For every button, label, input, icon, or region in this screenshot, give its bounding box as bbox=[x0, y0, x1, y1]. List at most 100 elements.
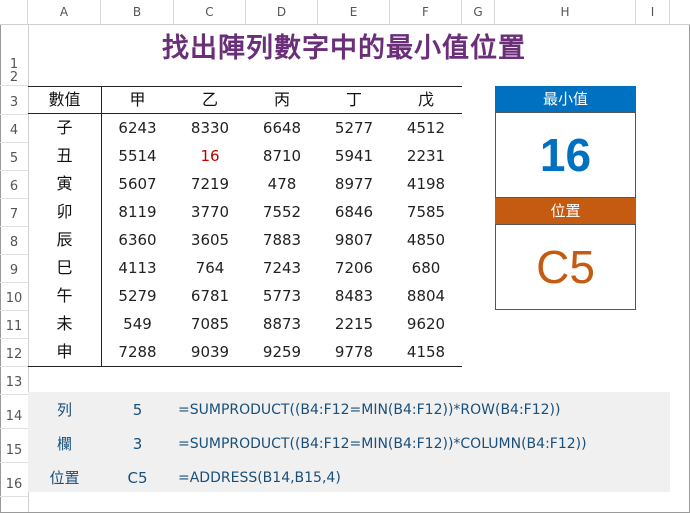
min-value-box[interactable]: 16 bbox=[495, 112, 636, 198]
formula-text[interactable]: =ADDRESS(B14,B15,4) bbox=[178, 464, 668, 492]
formula-result[interactable]: 5 bbox=[101, 396, 174, 424]
table-cell[interactable]: 7085 bbox=[174, 310, 246, 338]
table-cell[interactable]: 7243 bbox=[246, 254, 318, 282]
table-cell[interactable]: 9778 bbox=[318, 338, 390, 366]
formula-text[interactable]: =SUMPRODUCT((B4:F12=MIN(B4:F12))*ROW(B4:… bbox=[178, 396, 668, 424]
column-label-3[interactable]: 丙 bbox=[246, 86, 318, 114]
table-cell[interactable]: 6846 bbox=[318, 198, 390, 226]
row-label-9[interactable]: 申 bbox=[28, 338, 101, 366]
min-value-header[interactable]: 最小值 bbox=[495, 86, 636, 112]
position-box[interactable]: C5 bbox=[495, 224, 636, 310]
formula-label[interactable]: 列 bbox=[28, 396, 101, 424]
table-cell[interactable]: 2231 bbox=[390, 142, 462, 170]
column-label-1[interactable]: 甲 bbox=[101, 86, 174, 114]
row-label-4[interactable]: 卯 bbox=[28, 198, 101, 226]
table-cell[interactable]: 8483 bbox=[318, 282, 390, 310]
table-cell[interactable]: 9259 bbox=[246, 338, 318, 366]
table-corner-label[interactable]: 數值 bbox=[28, 86, 101, 114]
column-label-5[interactable]: 戊 bbox=[390, 86, 462, 114]
column-header-f[interactable]: F bbox=[390, 0, 462, 24]
table-cell[interactable]: 7585 bbox=[390, 198, 462, 226]
table-cell[interactable]: 7219 bbox=[174, 170, 246, 198]
row-label-7[interactable]: 午 bbox=[28, 282, 101, 310]
formula-result[interactable]: C5 bbox=[101, 464, 174, 492]
row-label-5[interactable]: 辰 bbox=[28, 226, 101, 254]
table-cell[interactable]: 6648 bbox=[246, 114, 318, 142]
table-cell[interactable]: 7206 bbox=[318, 254, 390, 282]
table-cell[interactable]: 4158 bbox=[390, 338, 462, 366]
row-label-1[interactable]: 子 bbox=[28, 114, 101, 142]
table-cell[interactable]: 4198 bbox=[390, 170, 462, 198]
table-cell[interactable]: 8119 bbox=[101, 198, 174, 226]
select-all-corner[interactable] bbox=[0, 0, 28, 24]
row-label-6[interactable]: 巳 bbox=[28, 254, 101, 282]
table-cell[interactable]: 9039 bbox=[174, 338, 246, 366]
table-cell[interactable]: 8330 bbox=[174, 114, 246, 142]
sheet-title[interactable]: 找出陣列數字中的最小值位置 bbox=[28, 26, 660, 65]
row-header-11[interactable]: 11 bbox=[0, 311, 28, 339]
table-cell[interactable]: 8977 bbox=[318, 170, 390, 198]
table-cell[interactable]: 6360 bbox=[101, 226, 174, 254]
column-header-e[interactable]: E bbox=[318, 0, 390, 24]
table-cell[interactable]: 5607 bbox=[101, 170, 174, 198]
row-label-3[interactable]: 寅 bbox=[28, 170, 101, 198]
table-cell[interactable]: 6781 bbox=[174, 282, 246, 310]
table-cell[interactable]: 478 bbox=[246, 170, 318, 198]
table-cell[interactable]: 2215 bbox=[318, 310, 390, 338]
row-header-16[interactable]: 16 bbox=[0, 463, 28, 497]
column-label-4[interactable]: 丁 bbox=[318, 86, 390, 114]
table-cell[interactable]: 5941 bbox=[318, 142, 390, 170]
row-header-6[interactable]: 6 bbox=[0, 171, 28, 199]
table-cell[interactable]: 7288 bbox=[101, 338, 174, 366]
table-cell[interactable]: 8873 bbox=[246, 310, 318, 338]
table-cell[interactable]: 9807 bbox=[318, 226, 390, 254]
table-cell[interactable]: 680 bbox=[390, 254, 462, 282]
row-header-5[interactable]: 5 bbox=[0, 143, 28, 171]
column-header-c[interactable]: C bbox=[174, 0, 246, 24]
table-cell[interactable]: 4850 bbox=[390, 226, 462, 254]
row-header-3[interactable]: 3 bbox=[0, 87, 28, 115]
formula-result[interactable]: 3 bbox=[101, 430, 174, 458]
row-header-15[interactable]: 15 bbox=[0, 429, 28, 463]
formula-label[interactable]: 位置 bbox=[28, 464, 101, 492]
table-cell[interactable]: 4512 bbox=[390, 114, 462, 142]
row-header-9[interactable]: 9 bbox=[0, 255, 28, 283]
row-header-2[interactable]: 2 bbox=[0, 70, 28, 86]
table-cell[interactable]: 7883 bbox=[246, 226, 318, 254]
table-cell[interactable]: 5279 bbox=[101, 282, 174, 310]
row-header-8[interactable]: 8 bbox=[0, 227, 28, 255]
column-header-g[interactable]: G bbox=[462, 0, 495, 24]
table-cell[interactable]: 3605 bbox=[174, 226, 246, 254]
table-cell[interactable]: 9620 bbox=[390, 310, 462, 338]
row-label-8[interactable]: 未 bbox=[28, 310, 101, 338]
table-cell[interactable]: 4113 bbox=[101, 254, 174, 282]
row-header-4[interactable]: 4 bbox=[0, 115, 28, 143]
table-cell[interactable]: 6243 bbox=[101, 114, 174, 142]
table-cell[interactable]: 5277 bbox=[318, 114, 390, 142]
row-header-7[interactable]: 7 bbox=[0, 199, 28, 227]
table-cell[interactable]: 7552 bbox=[246, 198, 318, 226]
column-header-a[interactable]: A bbox=[28, 0, 101, 24]
row-label-2[interactable]: 丑 bbox=[28, 142, 101, 170]
table-cell[interactable]: 8710 bbox=[246, 142, 318, 170]
table-cell[interactable]: 8804 bbox=[390, 282, 462, 310]
table-cell[interactable]: 3770 bbox=[174, 198, 246, 226]
row-header-10[interactable]: 10 bbox=[0, 283, 28, 311]
position-header[interactable]: 位置 bbox=[495, 198, 636, 224]
column-header-h[interactable]: H bbox=[495, 0, 636, 24]
column-header-d[interactable]: D bbox=[246, 0, 318, 24]
formula-text[interactable]: =SUMPRODUCT((B4:F12=MIN(B4:F12))*COLUMN(… bbox=[178, 430, 668, 458]
table-cell[interactable]: 5514 bbox=[101, 142, 174, 170]
row-header-13[interactable]: 13 bbox=[0, 367, 28, 395]
formula-label[interactable]: 欄 bbox=[28, 430, 101, 458]
column-label-2[interactable]: 乙 bbox=[174, 86, 246, 114]
row-header-12[interactable]: 12 bbox=[0, 339, 28, 367]
table-cell[interactable]: 549 bbox=[101, 310, 174, 338]
table-cell[interactable]: 5773 bbox=[246, 282, 318, 310]
min-value-cell[interactable]: 16 bbox=[174, 142, 246, 170]
column-header-bar: A B C D E F G H I bbox=[0, 0, 690, 25]
row-header-14[interactable]: 14 bbox=[0, 395, 28, 429]
column-header-i[interactable]: I bbox=[636, 0, 670, 24]
column-header-b[interactable]: B bbox=[101, 0, 174, 24]
table-cell[interactable]: 764 bbox=[174, 254, 246, 282]
